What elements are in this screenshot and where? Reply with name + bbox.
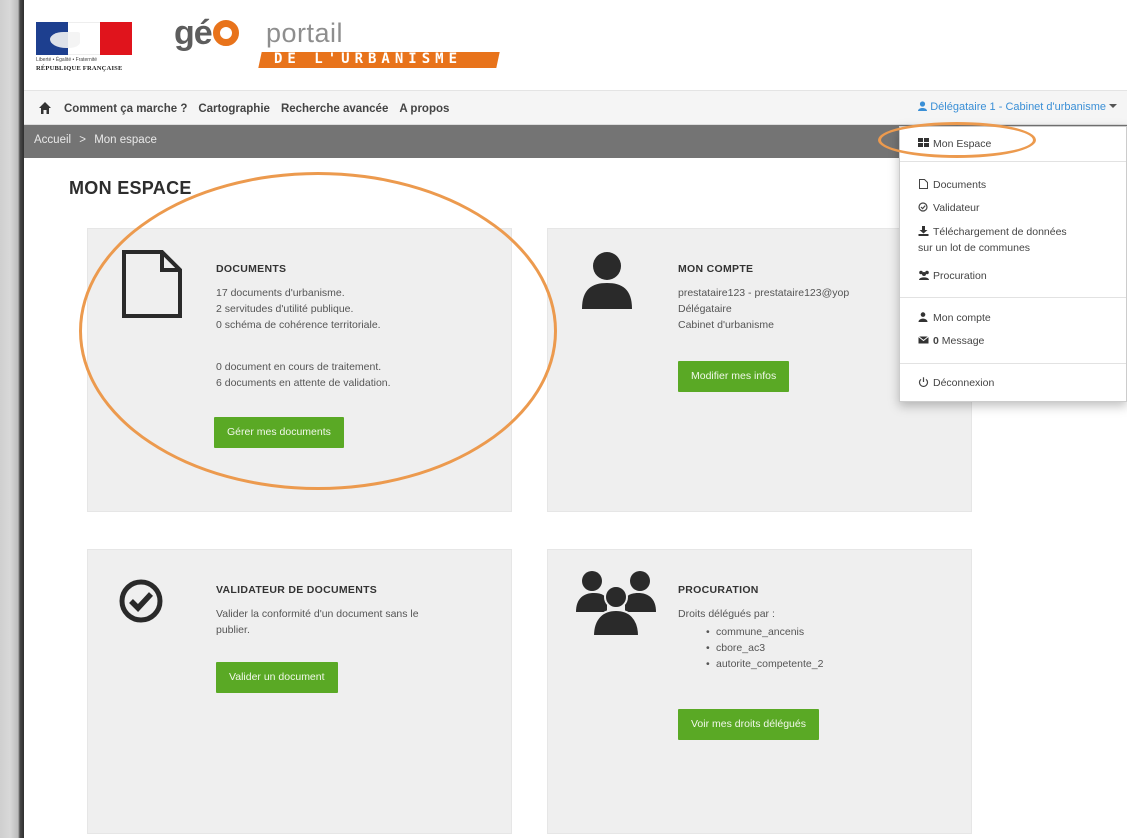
documents-line-en-attente: 6 documents en attente de validation. [216,377,391,389]
card-validateur: VALIDATEUR DE DOCUMENTS Valider la confo… [87,549,512,834]
menu-item-deconnexion[interactable]: Déconnexion [918,377,994,389]
breadcrumb: Accueil > Mon espace [34,134,157,146]
menu-item-validateur[interactable]: Validateur [918,202,980,214]
file-outline-icon [919,179,928,189]
logo-portail: portail [266,18,344,48]
logo-ge: gé [174,14,239,53]
card-mon-compte-title: MON COMPTE [678,263,754,275]
user-silhouette-icon [582,252,632,309]
procuration-item-3: autorite_competente_2 [706,656,823,672]
user-menu-label: Délégataire 1 - Cabinet d'urbanisme [930,101,1106,113]
geoportail-urbanisme-logo[interactable]: gé portail DE L'URBANISME [174,14,500,78]
voir-droits-button[interactable]: Voir mes droits délégués [678,709,819,740]
download-icon [918,226,929,236]
rf-motto: Liberté • Égalité • Fraternité [36,57,98,63]
validateur-line-2: publier. [216,624,250,636]
users-small-icon [919,270,929,280]
documents-line-en-cours: 0 document en cours de traitement. [216,361,382,373]
marianne-flag-icon [36,22,132,55]
nav-cartographie[interactable]: Cartographie [198,103,279,115]
rf-name: RÉPUBLIQUE FRANÇAISE [36,65,123,72]
logo-band-text: DE L'URBANISME [274,51,463,67]
users-group-icon [576,571,656,637]
menu-divider [900,161,1126,162]
breadcrumb-home[interactable]: Accueil [34,134,71,146]
caret-down-icon [1109,104,1117,108]
compte-role: Délégataire [678,303,732,315]
document-icon [122,250,182,318]
nav-comment-ca-marche[interactable]: Comment ça marche ? [64,103,196,115]
card-documents-title: DOCUMENTS [216,263,287,275]
card-validateur-title: VALIDATEUR DE DOCUMENTS [216,584,378,596]
user-menu-toggle[interactable]: Délégataire 1 - Cabinet d'urbanisme [918,101,1117,113]
user-small-icon [918,312,928,322]
valider-document-button[interactable]: Valider un document [216,662,338,693]
breadcrumb-current: Mon espace [94,134,157,146]
nav-a-propos[interactable]: A propos [399,103,458,115]
breadcrumb-separator: > [79,134,86,146]
power-off-icon [918,377,929,387]
message-count: 0 [933,335,939,347]
window-frame-edge [0,0,24,838]
menu-item-mon-espace[interactable]: Mon Espace [918,138,991,150]
menu-divider [900,363,1126,364]
documents-line-servitudes: 2 servitudes d'utilité publique. [216,303,354,315]
republique-francaise-logo[interactable]: Liberté • Égalité • Fraternité RÉPUBLIQU… [36,22,146,78]
gerer-documents-button[interactable]: Gérer mes documents [214,417,344,448]
compte-organisation: Cabinet d'urbanisme [678,319,774,331]
modifier-infos-button[interactable]: Modifier mes infos [678,361,790,392]
check-circle-small-icon [918,202,928,212]
nav-recherche-avancee[interactable]: Recherche avancée [281,103,397,115]
documents-line-schema: 0 schéma de cohérence territoriale. [216,319,381,331]
procuration-item-2: cbore_ac3 [706,640,823,656]
validateur-line-1: Valider la conformité d'un document sans… [216,608,419,620]
header: Liberté • Égalité • Fraternité RÉPUBLIQU… [24,0,1127,90]
menu-item-mon-compte[interactable]: Mon compte [918,312,991,324]
th-large-icon [918,138,929,147]
procuration-list: commune_ancenis cbore_ac3 autorite_compe… [706,624,823,672]
user-icon [918,101,928,111]
card-documents: DOCUMENTS 17 documents d'urbanisme. 2 se… [87,228,512,512]
home-icon[interactable] [38,101,52,115]
page: Liberté • Égalité • Fraternité RÉPUBLIQU… [24,0,1127,838]
procuration-intro: Droits délégués par : [678,608,775,620]
documents-line-urbanisme: 17 documents d'urbanisme. [216,287,345,299]
user-dropdown-menu: Mon Espace Documents Validateur Téléchar… [899,126,1127,402]
compte-login: prestataire123 - prestataire123@yop [678,287,850,299]
page-title: MON ESPACE [69,178,192,198]
menu-item-documents[interactable]: Documents [918,179,986,191]
menu-divider [900,297,1126,298]
menu-item-message[interactable]: 0 Message [918,335,984,347]
menu-item-telechargement[interactable]: Téléchargement de données sur un lot de … [918,224,1067,256]
logo-orange-circle-icon [212,20,239,46]
card-procuration: PROCURATION Droits délégués par : commun… [547,549,972,834]
menu-item-procuration[interactable]: Procuration [918,270,987,282]
main-navbar: Comment ça marche ? Cartographie Recherc… [24,90,1127,125]
card-procuration-title: PROCURATION [678,584,759,596]
procuration-item-1: commune_ancenis [706,624,823,640]
check-circle-icon [119,579,163,623]
envelope-icon [918,336,929,344]
